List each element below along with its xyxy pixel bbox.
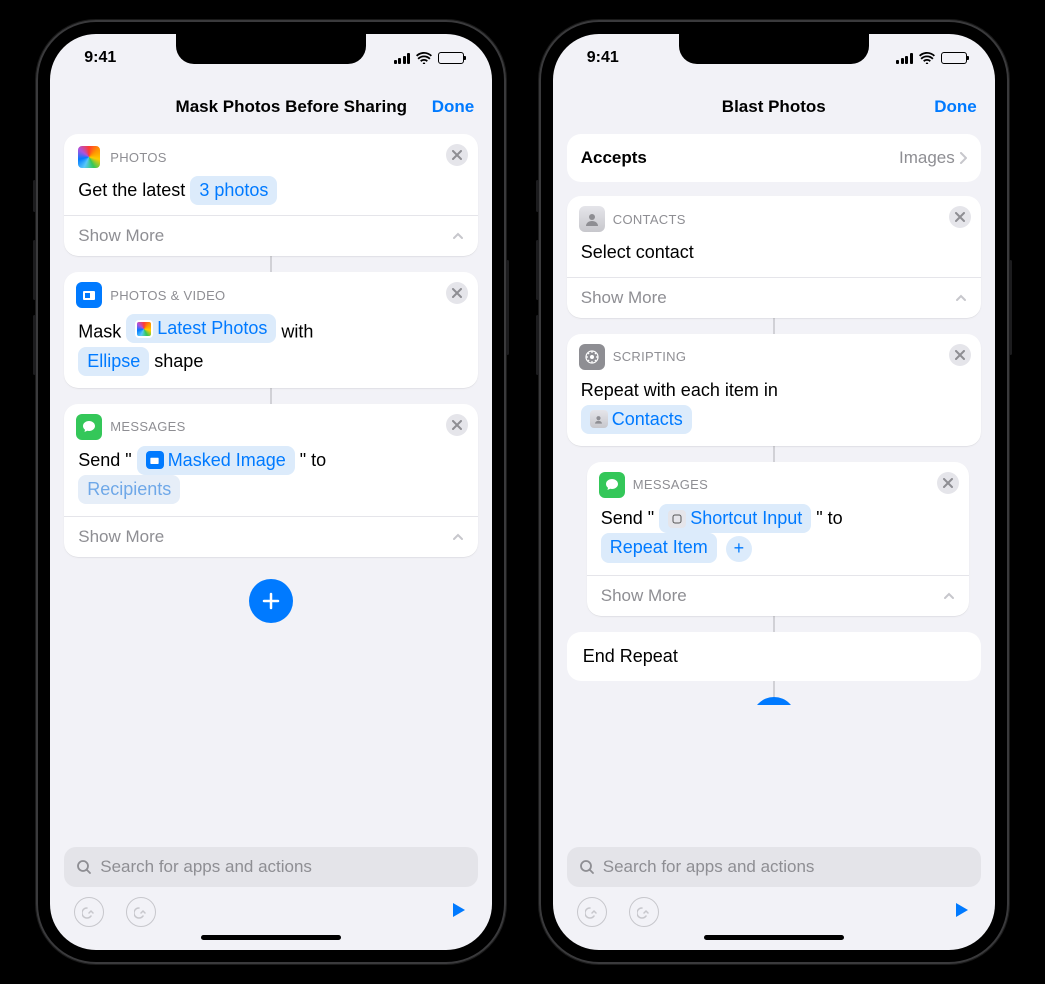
card-category: PHOTOS & VIDEO — [110, 288, 225, 303]
card-category: SCRIPTING — [613, 349, 686, 364]
show-more-row[interactable]: Show More — [587, 575, 969, 616]
status-time: 9:41 — [587, 49, 619, 67]
wifi-icon — [416, 52, 432, 64]
token-photo-count[interactable]: 3 photos — [190, 176, 277, 205]
photos-icon — [76, 144, 102, 170]
token-latest-photos[interactable]: Latest Photos — [126, 314, 276, 343]
play-button[interactable] — [448, 900, 468, 925]
card-category: PHOTOS — [110, 150, 166, 165]
home-indicator[interactable] — [201, 935, 341, 940]
action-card-mask[interactable]: PHOTOS & VIDEO Mask Latest Photos with E… — [64, 272, 478, 388]
show-more-row[interactable]: Show More — [567, 277, 981, 318]
undo-button[interactable] — [74, 897, 104, 927]
action-card-photos[interactable]: PHOTOS Get the latest 3 photos Show More — [64, 134, 478, 256]
notch — [679, 34, 869, 64]
action-text: Select contact — [581, 242, 694, 262]
search-input[interactable]: Search for apps and actions — [567, 847, 981, 887]
nav-bar: Mask Photos Before Sharing Done — [50, 82, 492, 132]
show-more-label: Show More — [78, 226, 164, 246]
accepts-label: Accepts — [581, 148, 647, 168]
chevron-up-icon — [943, 590, 955, 602]
end-repeat-block[interactable]: End Repeat — [567, 632, 981, 681]
accepts-value: Images — [899, 148, 955, 168]
delete-action-button[interactable] — [949, 206, 971, 228]
action-text: shape — [149, 351, 203, 371]
chevron-right-icon — [959, 152, 967, 164]
search-placeholder: Search for apps and actions — [603, 857, 815, 877]
action-card-contacts[interactable]: CONTACTS Select contact Show More — [567, 196, 981, 318]
action-text: Send " — [78, 450, 136, 470]
action-text: with — [276, 322, 313, 342]
accepts-row[interactable]: Accepts Images — [567, 134, 981, 182]
delete-action-button[interactable] — [949, 344, 971, 366]
delete-action-button[interactable] — [446, 144, 468, 166]
status-time: 9:41 — [84, 49, 116, 67]
card-category: CONTACTS — [613, 212, 686, 227]
done-button[interactable]: Done — [432, 97, 475, 117]
search-icon — [579, 859, 595, 875]
delete-action-button[interactable] — [446, 282, 468, 304]
shortcut-input-icon — [668, 510, 686, 528]
show-more-row[interactable]: Show More — [64, 516, 478, 557]
token-contacts[interactable]: Contacts — [581, 405, 692, 434]
search-placeholder: Search for apps and actions — [100, 857, 312, 877]
show-more-label: Show More — [601, 586, 687, 606]
action-card-send-message[interactable]: MESSAGES Send " Shortcut Input " to Repe… — [587, 462, 969, 616]
search-icon — [76, 859, 92, 875]
token-shape[interactable]: Ellipse — [78, 347, 149, 376]
photos-video-icon — [76, 282, 102, 308]
photos-icon — [135, 320, 153, 338]
battery-icon — [941, 52, 967, 64]
redo-button[interactable] — [126, 897, 156, 927]
play-button[interactable] — [951, 900, 971, 925]
token-shortcut-input[interactable]: Shortcut Input — [659, 504, 811, 533]
phone-left: 9:41 Mask Photos Before Sharing Done PHO… — [36, 20, 506, 964]
contacts-icon — [590, 410, 608, 428]
chevron-up-icon — [452, 230, 464, 242]
delete-action-button[interactable] — [937, 472, 959, 494]
end-repeat-label: End Repeat — [583, 646, 678, 666]
action-card-repeat[interactable]: SCRIPTING Repeat with each item in Conta… — [567, 334, 981, 446]
card-category: MESSAGES — [633, 477, 708, 492]
cellular-icon — [896, 53, 913, 64]
action-card-send-message[interactable]: MESSAGES Send " Masked Image " to Recipi… — [64, 404, 478, 557]
show-more-row[interactable]: Show More — [64, 215, 478, 256]
action-text: " to — [295, 450, 326, 470]
messages-icon — [76, 414, 102, 440]
add-action-button[interactable] — [249, 579, 293, 623]
nav-bar: Blast Photos Done — [553, 82, 995, 132]
action-text: Get the latest — [78, 180, 190, 200]
contacts-icon — [579, 206, 605, 232]
show-more-label: Show More — [581, 288, 667, 308]
search-input[interactable]: Search for apps and actions — [64, 847, 478, 887]
show-more-label: Show More — [78, 527, 164, 547]
cellular-icon — [394, 53, 411, 64]
action-text: " to — [811, 508, 842, 528]
token-repeat-item[interactable]: Repeat Item — [601, 533, 717, 562]
undo-button[interactable] — [577, 897, 607, 927]
home-indicator[interactable] — [704, 935, 844, 940]
action-text: Send " — [601, 508, 659, 528]
notch — [176, 34, 366, 64]
redo-button[interactable] — [629, 897, 659, 927]
page-title: Blast Photos — [722, 97, 826, 117]
action-text: Repeat with each item in — [581, 380, 778, 400]
photos-video-icon — [146, 451, 164, 469]
delete-action-button[interactable] — [446, 414, 468, 436]
page-title: Mask Photos Before Sharing — [176, 97, 407, 117]
add-recipient-button[interactable]: + — [726, 536, 752, 562]
done-button[interactable]: Done — [934, 97, 977, 117]
chevron-up-icon — [955, 292, 967, 304]
messages-icon — [599, 472, 625, 498]
phone-right: 9:41 Blast Photos Done Accepts Images — [539, 20, 1009, 964]
scripting-icon — [579, 344, 605, 370]
action-text: Mask — [78, 322, 126, 342]
token-recipients[interactable]: Recipients — [78, 475, 180, 504]
wifi-icon — [919, 52, 935, 64]
chevron-up-icon — [452, 531, 464, 543]
card-category: MESSAGES — [110, 419, 185, 434]
token-masked-image[interactable]: Masked Image — [137, 446, 295, 475]
battery-icon — [438, 52, 464, 64]
